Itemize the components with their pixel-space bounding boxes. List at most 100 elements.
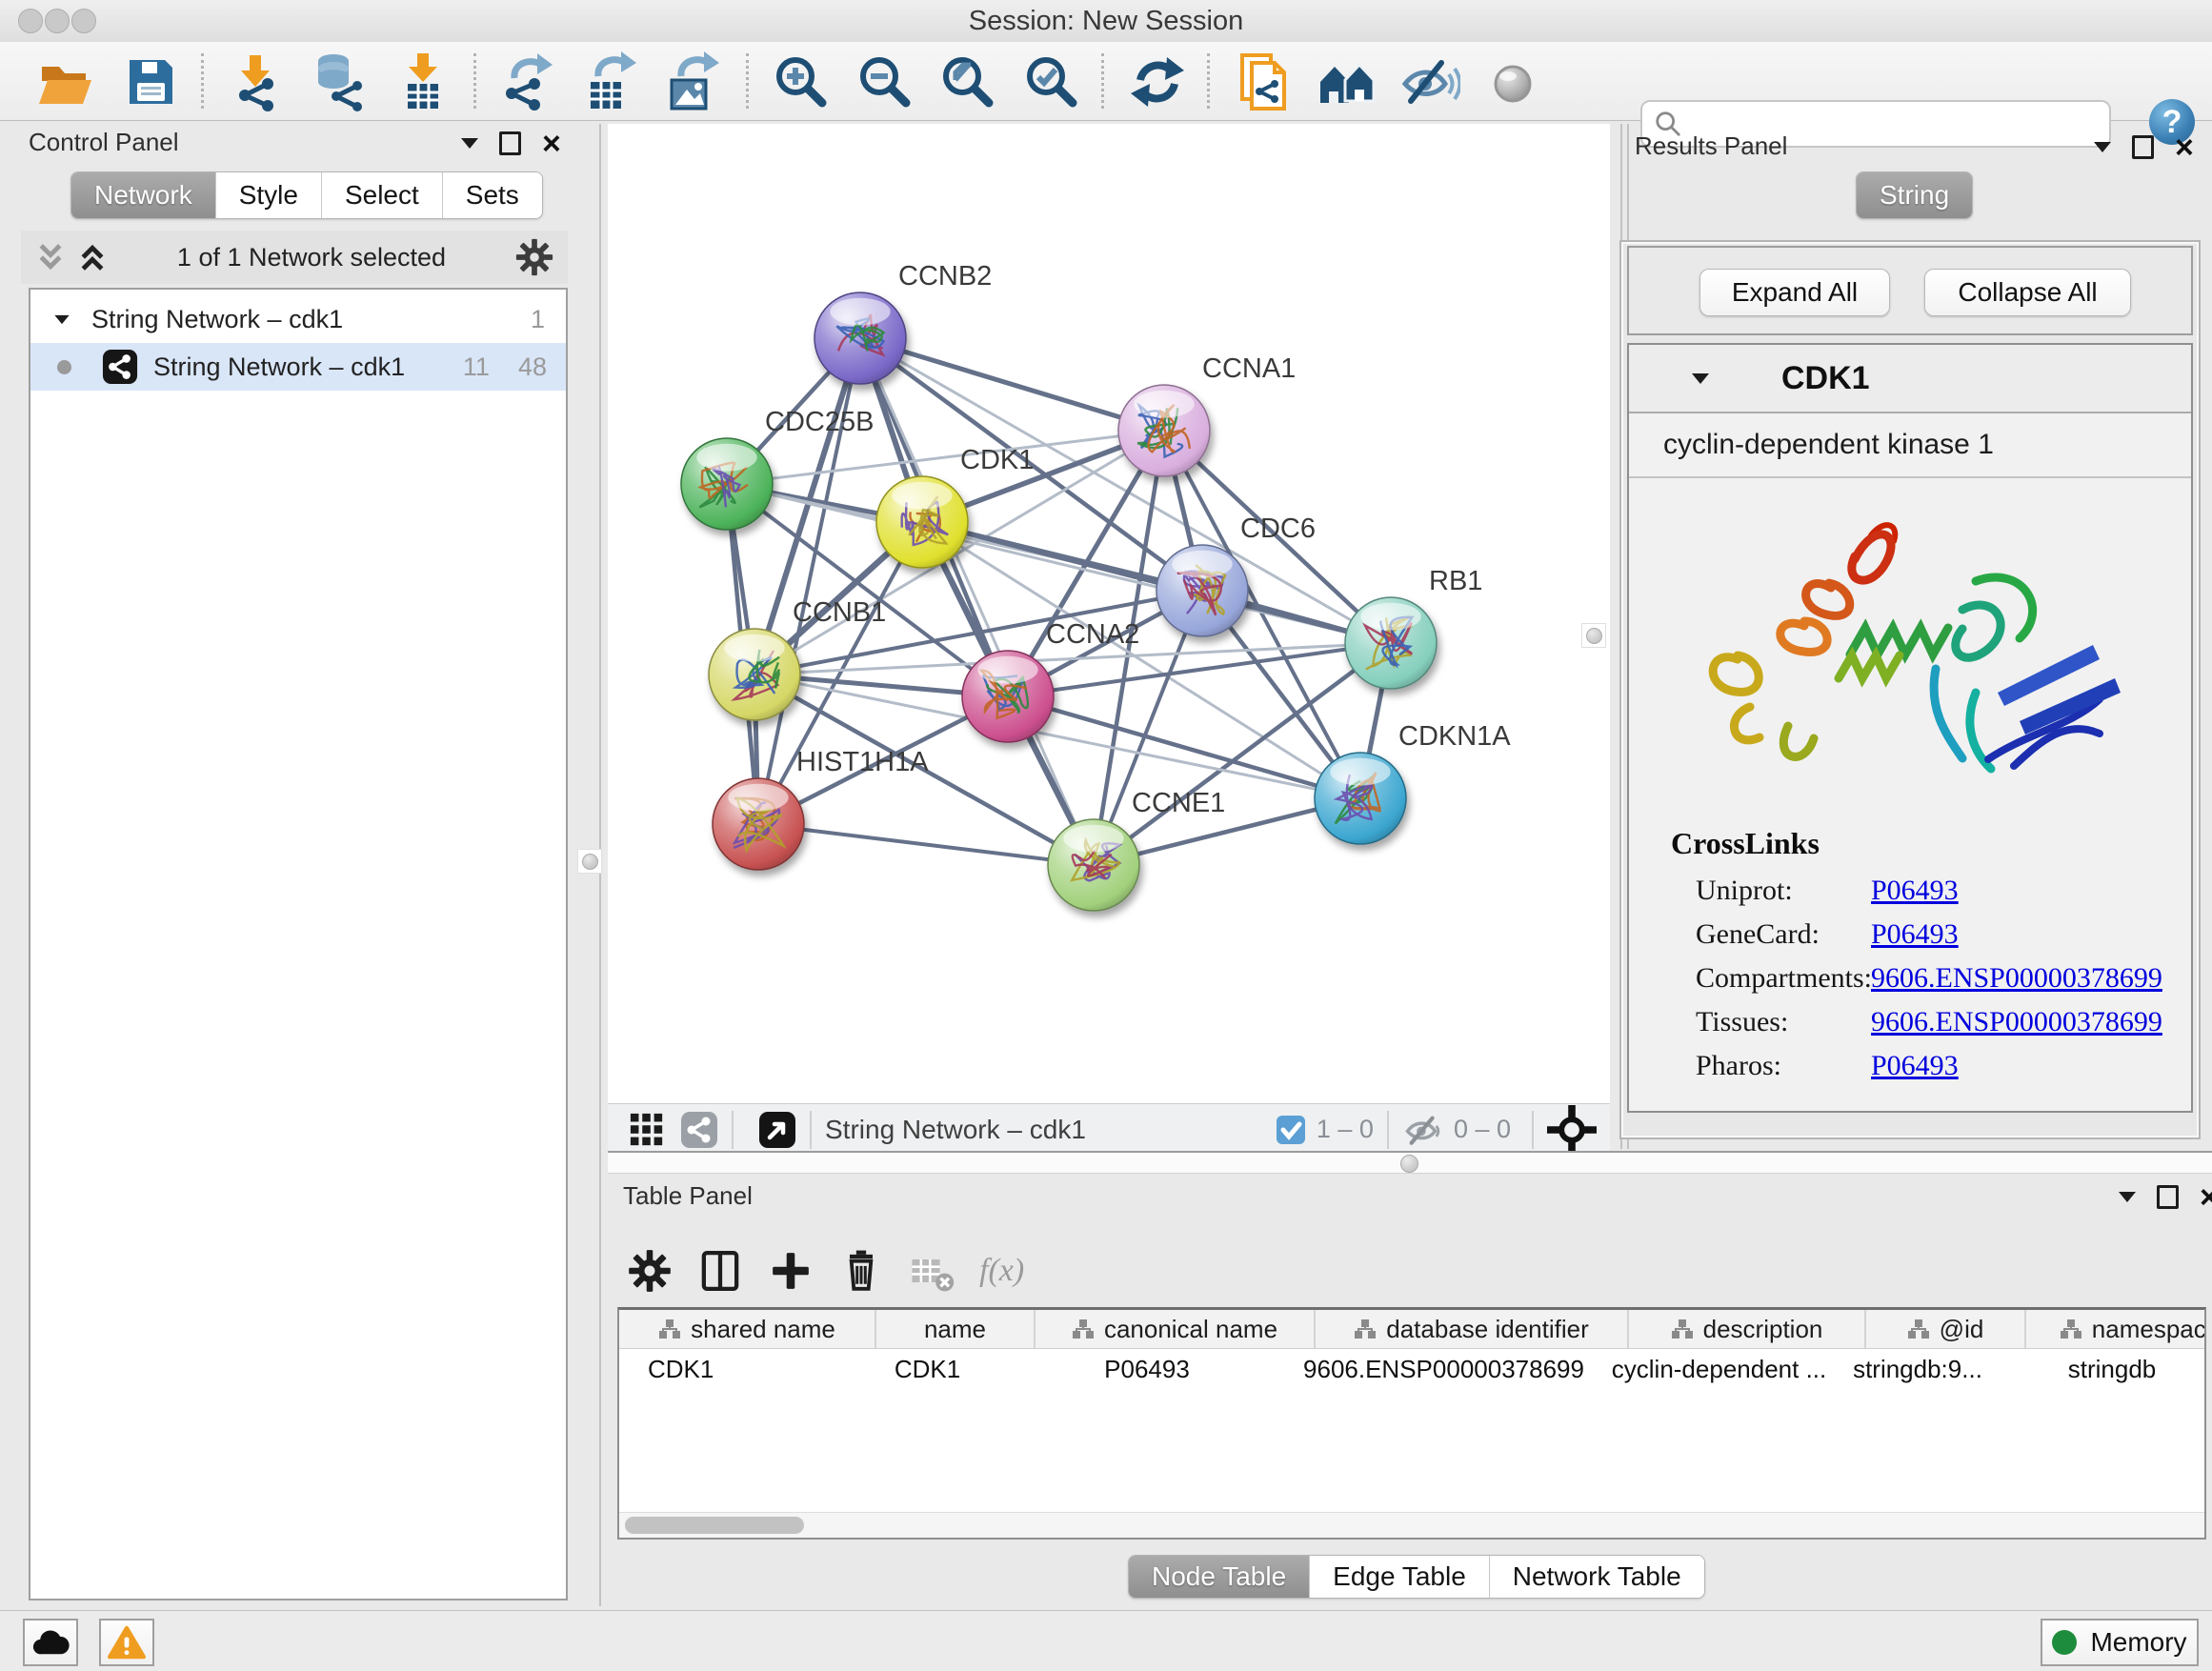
share-document-icon[interactable]: [1233, 51, 1294, 112]
hide-panels-icon[interactable]: [1399, 51, 1460, 112]
zoom-fit-icon[interactable]: [937, 51, 998, 112]
network-node-CDKN1A[interactable]: CDKN1A: [1315, 721, 1511, 844]
open-in-window-icon[interactable]: [758, 1111, 796, 1149]
panel-collapse-icon[interactable]: [2119, 1192, 2136, 1202]
splitter-handle-left[interactable]: [577, 849, 602, 874]
table-gear-icon[interactable]: [627, 1248, 673, 1294]
panel-float-icon[interactable]: [2157, 1185, 2179, 1209]
import-table-icon[interactable]: [392, 51, 453, 112]
birdseye-crosshair-icon[interactable]: [1547, 1105, 1597, 1155]
network-share-gray-icon[interactable]: [680, 1111, 718, 1149]
tab-style[interactable]: Style: [216, 172, 322, 218]
open-session-icon[interactable]: [34, 51, 95, 112]
hidden-eye-icon[interactable]: [1402, 1109, 1444, 1151]
crosslink-link[interactable]: P06493: [1871, 918, 1959, 951]
network-canvas[interactable]: CCNB2CCNA1CDC25BCDK1CDC6RB1CCNB1CCNA2CDK…: [608, 124, 1610, 1103]
network-node-RB1[interactable]: RB1: [1345, 566, 1482, 689]
save-session-icon[interactable]: [120, 51, 181, 112]
network-node-CCNB2[interactable]: CCNB2: [814, 261, 992, 384]
tab-select[interactable]: Select: [322, 172, 443, 218]
table-cell[interactable]: 9606.ENSP00000378699: [1287, 1355, 1600, 1384]
column-header-database-identifier[interactable]: database identifier: [1316, 1310, 1629, 1348]
selected-checkbox-icon[interactable]: [1275, 1114, 1307, 1146]
panel-float-icon[interactable]: [2132, 135, 2154, 159]
export-network-icon[interactable]: [495, 51, 556, 112]
tab-network-table[interactable]: Network Table: [1490, 1556, 1704, 1598]
crosslink-link[interactable]: 9606.ENSP00000378699: [1871, 962, 2162, 995]
network-graph[interactable]: CCNB2CCNA1CDC25BCDK1CDC6RB1CCNB1CCNA2CDK…: [608, 124, 1610, 1103]
column-header-namespace[interactable]: namespace: [2026, 1310, 2206, 1348]
table-cell[interactable]: CDK1: [848, 1355, 1007, 1384]
zoom-in-icon[interactable]: [771, 51, 832, 112]
column-fork-icon: [1671, 1318, 1694, 1340]
gear-icon[interactable]: [514, 237, 554, 277]
refresh-icon[interactable]: [1127, 51, 1188, 112]
panel-float-icon[interactable]: [499, 131, 521, 155]
show-columns-icon[interactable]: [697, 1248, 743, 1294]
memory-button[interactable]: Memory: [2041, 1619, 2199, 1666]
column-header--id[interactable]: @id: [1866, 1310, 2026, 1348]
expand-all-icon[interactable]: [76, 241, 109, 273]
panel-close-icon[interactable]: ×: [2200, 1188, 2212, 1207]
crosslink-link[interactable]: 9606.ENSP00000378699: [1871, 1006, 2162, 1038]
delete-column-icon[interactable]: [838, 1248, 884, 1294]
horizontal-splitter[interactable]: [608, 1151, 2212, 1174]
scrollbar-thumb[interactable]: [625, 1517, 804, 1534]
expand-all-button[interactable]: Expand All: [1699, 269, 1890, 316]
export-table-icon[interactable]: [579, 51, 640, 112]
network-node-CCNB1[interactable]: CCNB1: [709, 597, 886, 720]
table-cell[interactable]: stringdb: [1998, 1355, 2206, 1384]
tab-string[interactable]: String: [1857, 172, 1972, 218]
import-database-icon[interactable]: [309, 51, 370, 112]
network-node-CCNA1[interactable]: CCNA1: [1118, 353, 1296, 476]
houses-icon[interactable]: [1317, 51, 1377, 112]
network-collection-row[interactable]: String Network – cdk1 1: [30, 295, 566, 343]
table-hscrollbar[interactable]: [619, 1512, 2204, 1538]
grid-view-icon[interactable]: [629, 1112, 665, 1148]
network-edge-CCNA2-CDKN1A[interactable]: [1008, 696, 1360, 798]
network-edge-CCNB2-CCNE1[interactable]: [860, 338, 1094, 865]
cloud-button[interactable]: [23, 1619, 78, 1666]
table-row[interactable]: CDK1CDK1P064939606.ENSP00000378699cyclin…: [619, 1349, 2204, 1389]
panel-close-icon[interactable]: ×: [2175, 138, 2194, 157]
tab-node-table[interactable]: Node Table: [1129, 1556, 1310, 1598]
table-cell[interactable]: cyclin-dependent ...: [1600, 1355, 1838, 1384]
column-header-name[interactable]: name: [876, 1310, 1036, 1348]
tree-expander-icon[interactable]: [54, 314, 69, 323]
gene-section-header[interactable]: CDK1: [1629, 345, 2191, 413]
crosslink-link[interactable]: P06493: [1871, 1050, 1959, 1082]
table-cell[interactable]: P06493: [1007, 1355, 1287, 1384]
column-header-description[interactable]: description: [1629, 1310, 1866, 1348]
collapse-all-icon[interactable]: [34, 241, 67, 273]
import-network-icon[interactable]: [225, 51, 286, 112]
node-label-CDC25B: CDC25B: [765, 407, 874, 437]
network-row-selected[interactable]: String Network – cdk1 11 48: [30, 343, 566, 391]
toolbar-separator: [201, 53, 204, 109]
level-of-detail-icon[interactable]: [1482, 51, 1543, 112]
tab-edge-table[interactable]: Edge Table: [1310, 1556, 1490, 1598]
panel-collapse-icon[interactable]: [2094, 142, 2111, 152]
table-cell[interactable]: CDK1: [619, 1355, 848, 1384]
export-image-icon[interactable]: [662, 51, 723, 112]
network-node-CCNE1[interactable]: CCNE1: [1048, 788, 1225, 911]
panel-collapse-icon[interactable]: [461, 138, 478, 149]
panel-close-icon[interactable]: ×: [542, 134, 561, 153]
network-node-HIST1H1A[interactable]: HIST1H1A: [713, 747, 929, 870]
warnings-button[interactable]: [99, 1619, 154, 1666]
network-edge-CCNB2-CCNA1[interactable]: [860, 338, 1164, 431]
zoom-selected-icon[interactable]: [1021, 51, 1082, 112]
crosslink-link[interactable]: P06493: [1871, 875, 1959, 907]
add-column-icon[interactable]: [768, 1248, 814, 1294]
table-cell[interactable]: stringdb:9...: [1838, 1355, 1998, 1384]
cloud-icon: [31, 1626, 70, 1659]
gene-collapse-icon[interactable]: [1692, 373, 1709, 384]
splitter-handle-bottom[interactable]: [1400, 1155, 1418, 1173]
column-header-canonical-name[interactable]: canonical name: [1036, 1310, 1316, 1348]
column-header-shared-name[interactable]: shared name: [619, 1310, 876, 1348]
zoom-out-icon[interactable]: [855, 51, 915, 112]
network-edge-HIST1H1A-CCNE1[interactable]: [758, 824, 1094, 865]
splitter-handle-right[interactable]: [1581, 623, 1606, 648]
tab-sets[interactable]: Sets: [443, 172, 542, 218]
collapse-all-button[interactable]: Collapse All: [1924, 269, 2131, 316]
tab-network[interactable]: Network: [71, 172, 216, 218]
